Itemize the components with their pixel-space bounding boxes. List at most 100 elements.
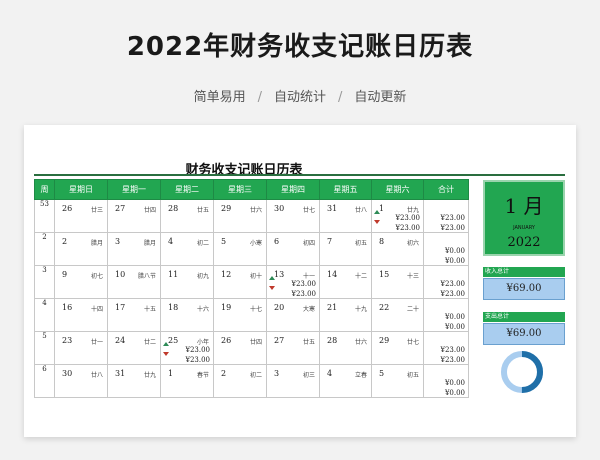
day-number: 21 xyxy=(327,303,338,312)
day-cell[interactable]: 22 二十 xyxy=(371,298,424,332)
day-cell[interactable]: 19 十七 xyxy=(213,298,267,332)
day-cell[interactable]: 5 小寒 xyxy=(213,232,267,266)
column-header: 星期一 xyxy=(107,179,161,200)
week-total: ¥23.00 ¥23.00 xyxy=(423,331,469,365)
feature-1: 简单易用 xyxy=(193,90,246,105)
lunar-date: 初十 xyxy=(249,273,262,280)
lunar-date: 初二 xyxy=(249,372,262,379)
lunar-date: 廿八 xyxy=(354,207,367,214)
day-cell[interactable]: 7 初五 xyxy=(319,232,372,266)
day-cell[interactable]: 28 廿六 xyxy=(319,331,372,365)
week-income-total: ¥23.00 xyxy=(440,280,466,288)
day-number: 17 xyxy=(115,303,126,312)
day-number: 31 xyxy=(327,204,338,213)
day-number: 25 xyxy=(168,336,179,345)
week-total: ¥23.00 ¥23.00 xyxy=(423,265,469,299)
day-number: 9 xyxy=(62,270,68,279)
day-cell[interactable]: 10 腊八节 xyxy=(107,265,161,299)
day-cell[interactable]: 3 初三 xyxy=(266,364,320,398)
feature-2: 自动统计 xyxy=(273,90,326,105)
day-expense: ¥23.00 xyxy=(185,356,211,364)
day-income: ¥23.00 xyxy=(291,280,317,288)
lunar-date: 初三 xyxy=(302,372,315,379)
spreadsheet-card: 财务收支记账日历表 周星期日 星期一 星期二 星期三 星期四 星期五 星期六 合计 53 26 廿… xyxy=(24,125,576,437)
week-number: 3 xyxy=(34,265,55,299)
day-number: 14 xyxy=(327,270,338,279)
day-cell[interactable]: 6 初四 xyxy=(266,232,320,266)
expense-marker-icon xyxy=(374,220,380,224)
day-cell[interactable]: 21 十九 xyxy=(319,298,372,332)
day-number: 28 xyxy=(327,336,338,345)
lunar-date: 十一 xyxy=(302,273,315,280)
day-cell[interactable]: 17 十五 xyxy=(107,298,161,332)
lunar-date: 廿三 xyxy=(90,207,103,214)
week-income-total: ¥23.00 xyxy=(440,346,466,354)
week-expense-total: ¥23.00 xyxy=(440,290,466,298)
day-cell[interactable]: 25 小年 ¥23.00 ¥23.00 xyxy=(160,331,214,365)
day-cell[interactable]: 1 廿九 ¥23.00 ¥23.00 xyxy=(371,199,424,233)
day-number: 30 xyxy=(62,369,73,378)
day-cell[interactable]: 12 初十 xyxy=(213,265,267,299)
expense-total-value[interactable]: ¥69.00 xyxy=(483,323,565,345)
day-number: 30 xyxy=(274,204,285,213)
day-cell[interactable]: 11 初九 xyxy=(160,265,214,299)
lunar-date: 二十 xyxy=(406,306,419,313)
week-row: 6 30 廿八 31 廿九 1 春节 2 初二 3 初三 4 立春 5 初五 ¥0.00 ¥0.00 xyxy=(34,364,469,398)
day-number: 7 xyxy=(327,237,333,246)
day-cell[interactable]: 9 初七 xyxy=(54,265,108,299)
day-cell[interactable]: 5 初五 xyxy=(371,364,424,398)
day-cell[interactable]: 4 立春 xyxy=(319,364,372,398)
day-cell[interactable]: 24 廿二 xyxy=(107,331,161,365)
week-total: ¥0.00 ¥0.00 xyxy=(423,232,469,266)
day-cell[interactable]: 31 廿九 xyxy=(107,364,161,398)
income-total-value[interactable]: ¥69.00 xyxy=(483,278,565,300)
day-cell[interactable]: 29 廿七 xyxy=(371,331,424,365)
column-header: 星期日 xyxy=(54,179,108,200)
day-number: 6 xyxy=(274,237,280,246)
day-cell[interactable]: 3 腊月 xyxy=(107,232,161,266)
day-expense: ¥23.00 xyxy=(395,224,421,232)
day-number: 23 xyxy=(62,336,73,345)
feature-3: 自动更新 xyxy=(354,90,407,105)
income-marker-icon xyxy=(374,210,380,214)
day-cell[interactable]: 30 廿八 xyxy=(54,364,108,398)
day-number: 3 xyxy=(115,237,121,246)
day-cell[interactable]: 2 初二 xyxy=(213,364,267,398)
column-header: 星期二 xyxy=(160,179,214,200)
day-number: 2 xyxy=(221,369,227,378)
day-cell[interactable]: 2 腊月 xyxy=(54,232,108,266)
day-number: 15 xyxy=(379,270,390,279)
day-cell[interactable]: 18 十六 xyxy=(160,298,214,332)
day-cell[interactable]: 15 十三 xyxy=(371,265,424,299)
week-row: 2 2 腊月 3 腊月 4 初二 5 小寒 6 初四 7 初五 8 初六 ¥0.00 ¥0.00 xyxy=(34,232,469,266)
day-cell[interactable]: 20 大寒 xyxy=(266,298,320,332)
week-expense-total: ¥0.00 xyxy=(444,389,465,397)
calendar-table: 周星期日 星期一 星期二 星期三 星期四 星期五 星期六 合计 53 26 廿三 27 廿四 28 廿五 2… xyxy=(34,179,469,398)
day-cell[interactable]: 23 廿一 xyxy=(54,331,108,365)
day-cell[interactable]: 27 廿四 xyxy=(107,199,161,233)
lunar-date: 初五 xyxy=(406,372,419,379)
day-number: 13 xyxy=(274,270,285,279)
calendar-header-row: 周星期日 星期一 星期二 星期三 星期四 星期五 星期六 合计 xyxy=(34,179,469,200)
week-row: 53 26 廿三 27 廿四 28 廿五 29 廿六 30 廿七 31 廿八 1 廿九 ¥23.00 ¥23.0… xyxy=(34,199,469,233)
day-number: 18 xyxy=(168,303,179,312)
day-cell[interactable]: 28 廿五 xyxy=(160,199,214,233)
day-cell[interactable]: 1 春节 xyxy=(160,364,214,398)
day-cell[interactable]: 31 廿八 xyxy=(319,199,372,233)
day-cell[interactable]: 4 初二 xyxy=(160,232,214,266)
lunar-date: 廿四 xyxy=(143,207,156,214)
week-number: 6 xyxy=(34,364,55,398)
day-cell[interactable]: 16 十四 xyxy=(54,298,108,332)
lunar-date: 十三 xyxy=(406,273,419,280)
day-cell[interactable]: 8 初六 xyxy=(371,232,424,266)
day-cell[interactable]: 26 廿四 xyxy=(213,331,267,365)
day-number: 3 xyxy=(274,369,280,378)
day-number: 1 xyxy=(168,369,174,378)
expense-marker-icon xyxy=(269,286,275,290)
day-cell[interactable]: 29 廿六 xyxy=(213,199,267,233)
day-cell[interactable]: 27 廿五 xyxy=(266,331,320,365)
day-cell[interactable]: 13 十一 ¥23.00 ¥23.00 xyxy=(266,265,320,299)
day-cell[interactable]: 14 十二 xyxy=(319,265,372,299)
day-cell[interactable]: 26 廿三 xyxy=(54,199,108,233)
day-cell[interactable]: 30 廿七 xyxy=(266,199,320,233)
